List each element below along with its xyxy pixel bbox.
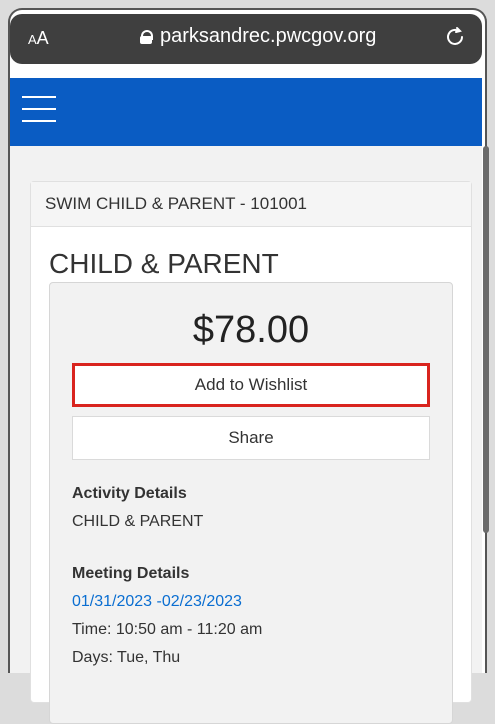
add-to-wishlist-button[interactable]: Add to Wishlist [72, 363, 430, 407]
card-header: SWIM CHILD & PARENT - 101001 [31, 182, 471, 227]
program-title: CHILD & PARENT [49, 248, 279, 279]
lock-icon [140, 29, 153, 44]
meeting-dates-link[interactable]: 01/31/2023 -02/23/2023 [72, 593, 262, 611]
meeting-details-title: Meeting Details [72, 565, 190, 582]
hamburger-menu-icon[interactable] [22, 96, 56, 124]
url-field[interactable]: parksandrec.pwcgov.org [140, 25, 376, 48]
activity-details: Activity Details CHILD & PARENT [72, 485, 203, 531]
reload-icon[interactable] [442, 24, 468, 50]
price: $78.00 [192, 309, 310, 351]
page-content: SWIM CHILD & PARENT - 101001 CHILD & PAR… [10, 146, 482, 724]
share-button[interactable]: Share [72, 416, 430, 460]
activity-details-title: Activity Details [72, 485, 187, 502]
price-panel: $78.00 Add to Wishlist Share Activity De… [49, 282, 453, 724]
url-text: parksandrec.pwcgov.org [160, 25, 377, 47]
activity-card: SWIM CHILD & PARENT - 101001 CHILD & PAR… [30, 181, 472, 724]
meeting-time: Time: 10:50 am - 11:20 am [72, 621, 263, 638]
activity-details-text: CHILD & PARENT [72, 513, 204, 530]
site-navbar [10, 78, 482, 146]
text-size-button[interactable]: AA [28, 28, 49, 49]
meeting-days: Days: Tue, Thu [72, 649, 181, 666]
browser-address-bar[interactable]: AA parksandrec.pwcgov.org [10, 14, 482, 64]
meeting-details: Meeting Details 01/31/2023 -02/23/2023 T… [72, 565, 262, 667]
scrollbar[interactable] [483, 146, 489, 533]
